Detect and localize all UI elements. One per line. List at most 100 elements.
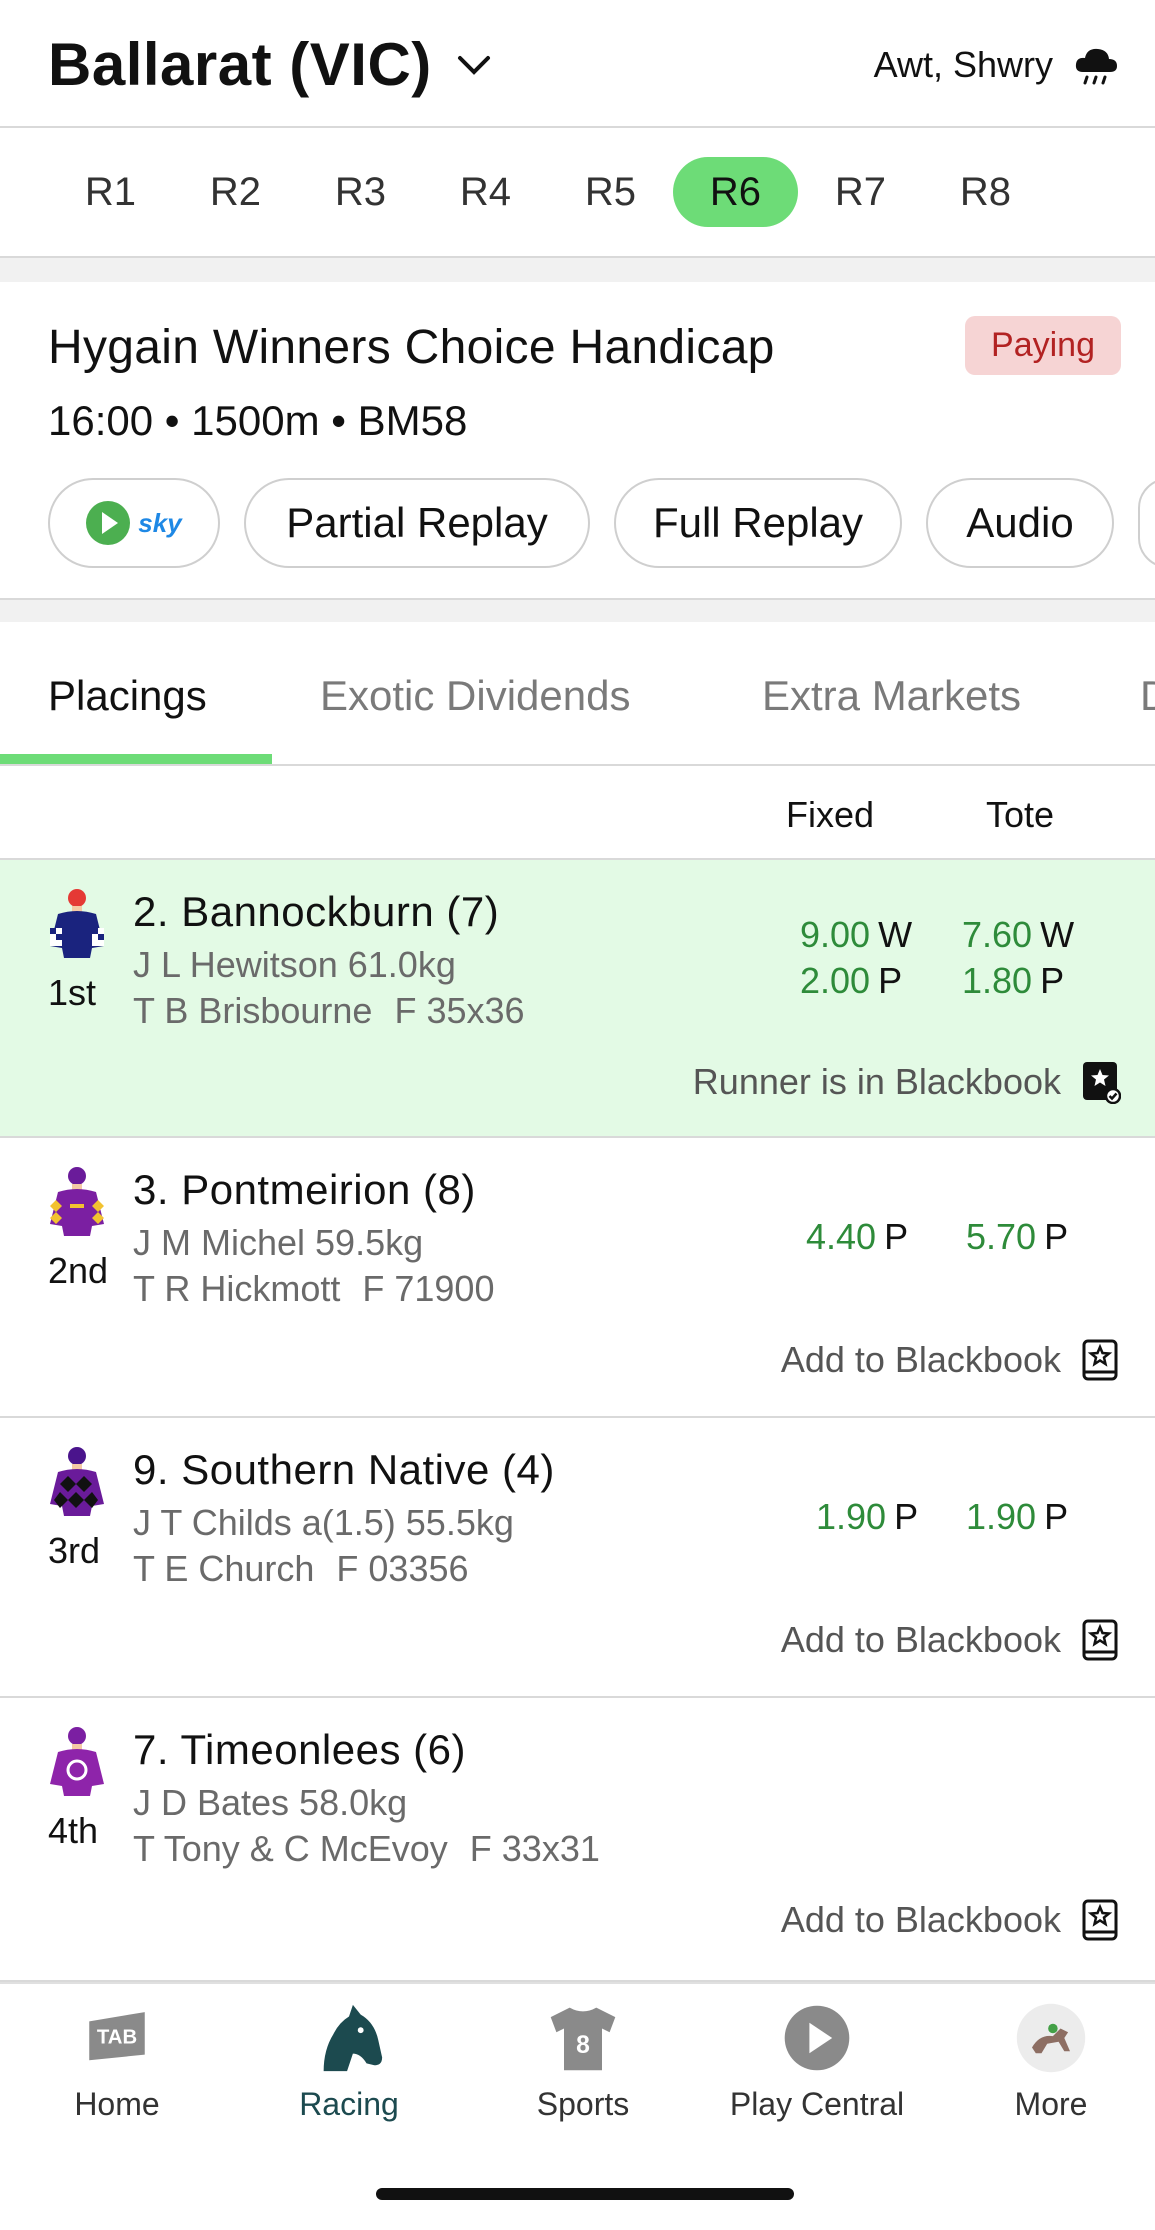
home-indicator[interactable]: [376, 2188, 794, 2200]
nav-racing[interactable]: Racing: [234, 1998, 464, 2123]
tab-placings[interactable]: Placings: [48, 672, 207, 720]
tote-win-odds: 7.60 W: [962, 914, 1075, 955]
nav-home[interactable]: TAB Home: [2, 1998, 232, 2123]
placing: 1st: [48, 972, 97, 1013]
blackbook-label: Runner is in Blackbook: [692, 1061, 1061, 1102]
jockey-silk-icon: [50, 889, 104, 958]
audio-button[interactable]: Audio: [926, 478, 1114, 568]
blackbook-link[interactable]: Add to Blackbook: [781, 1338, 1121, 1382]
runner-row[interactable]: 1st 2. Bannockburn (7) J L Hewitson 61.0…: [0, 860, 1155, 1138]
tote-header: Tote: [986, 794, 1055, 835]
form: F 03356: [336, 1548, 469, 1589]
nav-more[interactable]: More: [936, 1998, 1155, 2123]
nav-label: Racing: [299, 2086, 399, 2122]
trainer: T E Church: [133, 1548, 315, 1589]
placing: 4th: [48, 1810, 99, 1851]
nav-label: Home: [74, 2086, 160, 2122]
trainer-form: T B Brisbourne F 35x36: [133, 990, 525, 1032]
svg-text:TAB: TAB: [97, 2027, 137, 2049]
avatar-horse-icon: [1011, 1998, 1091, 2078]
blackbook-link[interactable]: Runner is in Blackbook: [693, 1060, 1121, 1104]
nav-label: Play Central: [729, 2086, 905, 2122]
runner-name: 7. Timeonlees (6): [133, 1726, 466, 1773]
trainer-form: T E Church F 03356: [133, 1548, 469, 1590]
fixed-place-odds: 4.40 P: [806, 1216, 909, 1257]
status-badge: Paying: [965, 316, 1121, 375]
blackbook-add-icon: [1082, 1899, 1118, 1941]
blackbook-label: Add to Blackbook: [780, 1339, 1061, 1380]
tab-r8[interactable]: R8: [923, 157, 1048, 227]
runner-name: 3. Pontmeirion (8): [133, 1166, 476, 1213]
trainer: T R Hickmott: [133, 1268, 341, 1309]
tote-place-odds: 5.70 P: [966, 1216, 1069, 1257]
tab-r1[interactable]: R1: [48, 157, 173, 227]
blackbook-label: Add to Blackbook: [780, 1619, 1061, 1660]
trainer-form: T R Hickmott F 71900: [133, 1268, 494, 1310]
header: Ballarat (VIC) Awt, Shwry: [0, 0, 1155, 128]
trainer-form: T Tony & C McEvoy F 33x31: [133, 1828, 600, 1870]
tab-r2[interactable]: R2: [173, 157, 298, 227]
nav-label: Sports: [536, 2086, 630, 2122]
play-circle-icon: [777, 1998, 857, 2078]
active-tab-indicator: [0, 754, 272, 764]
tote-place-odds: 1.90 P: [966, 1496, 1069, 1537]
tab-r3[interactable]: R3: [298, 157, 423, 227]
tab-r4[interactable]: R4: [423, 157, 548, 227]
odds-column-header: Fixed Tote: [0, 766, 1155, 860]
result-tabs: Placings Exotic Dividends Extra Markets …: [0, 622, 1155, 766]
trainer: T B Brisbourne: [133, 990, 373, 1031]
section-divider: [0, 258, 1155, 282]
blackbook-link[interactable]: Add to Blackbook: [781, 1898, 1121, 1942]
section-divider: [0, 600, 1155, 622]
rain-cloud-icon: [1075, 48, 1117, 85]
chevron-down-icon: [457, 55, 490, 75]
play-icon: [86, 501, 131, 545]
tab-extra-markets[interactable]: Extra Markets: [762, 672, 1021, 720]
tab-more[interactable]: D: [1140, 672, 1155, 720]
full-replay-button[interactable]: Full Replay: [614, 478, 902, 568]
runner-row[interactable]: 4th 7. Timeonlees (6) J D Bates 58.0kg T…: [0, 1698, 1155, 1982]
blackbook-link[interactable]: Add to Blackbook: [781, 1618, 1121, 1662]
fixed-place-odds: 1.90 P: [816, 1496, 919, 1537]
tote-place-odds: 1.80 P: [962, 960, 1065, 1001]
blackbook-add-icon: [1082, 1619, 1118, 1661]
jockey-silk-icon: [50, 1727, 104, 1796]
tab-logo-icon: TAB: [77, 1998, 157, 2078]
jockey-weight: J T Childs a(1.5) 55.5kg: [133, 1502, 514, 1543]
svg-text:8: 8: [576, 2032, 590, 2059]
fixed-header: Fixed: [786, 794, 875, 835]
sky-logo-icon: sky: [138, 507, 182, 538]
form: F 35x36: [394, 990, 525, 1031]
partial-replay-button[interactable]: Partial Replay: [244, 478, 590, 568]
fixed-win-odds: 9.00 W: [800, 914, 913, 955]
tab-r6[interactable]: R6: [673, 157, 798, 227]
jockey-silk-icon: [50, 1167, 104, 1236]
runner-row[interactable]: 2nd 3. Pontmeirion (8) J M Michel 59.5kg…: [0, 1138, 1155, 1418]
jockey-weight: J L Hewitson 61.0kg: [133, 944, 456, 985]
media-buttons: sky Partial Replay Full Replay Audio: [48, 478, 1155, 568]
nav-label: More: [1014, 2086, 1088, 2122]
race-title: Hygain Winners Choice Handicap: [48, 321, 775, 374]
blackbook-added-icon: [1083, 1062, 1121, 1104]
nav-play-central[interactable]: Play Central: [702, 1998, 932, 2123]
race-info: Hygain Winners Choice Handicap Paying 16…: [0, 282, 1155, 600]
runner-name: 2. Bannockburn (7): [133, 888, 500, 935]
tab-r5[interactable]: R5: [548, 157, 673, 227]
jockey-weight: J D Bates 58.0kg: [133, 1782, 408, 1823]
nav-sports[interactable]: 8 Sports: [468, 1998, 698, 2123]
blackbook-add-icon: [1082, 1339, 1118, 1381]
fixed-place-odds: 2.00 P: [800, 960, 903, 1001]
tab-r7[interactable]: R7: [798, 157, 923, 227]
jersey-icon: 8: [543, 1998, 623, 2078]
more-media-button[interactable]: [1138, 478, 1155, 568]
form: F 33x31: [469, 1828, 600, 1869]
live-stream-button[interactable]: sky: [48, 478, 220, 568]
horse-head-icon: [309, 1998, 389, 2078]
runner-row[interactable]: 3rd 9. Southern Native (4) J T Childs a(…: [0, 1418, 1155, 1698]
venue-selector[interactable]: Ballarat (VIC): [48, 30, 494, 99]
race-meta: 16:00 • 1500m • BM58: [48, 397, 468, 444]
tab-exotic-dividends[interactable]: Exotic Dividends: [320, 672, 630, 720]
placing: 2nd: [48, 1250, 109, 1291]
weather-text: Awt, Shwry: [873, 44, 1053, 85]
runner-name: 9. Southern Native (4): [133, 1446, 555, 1493]
